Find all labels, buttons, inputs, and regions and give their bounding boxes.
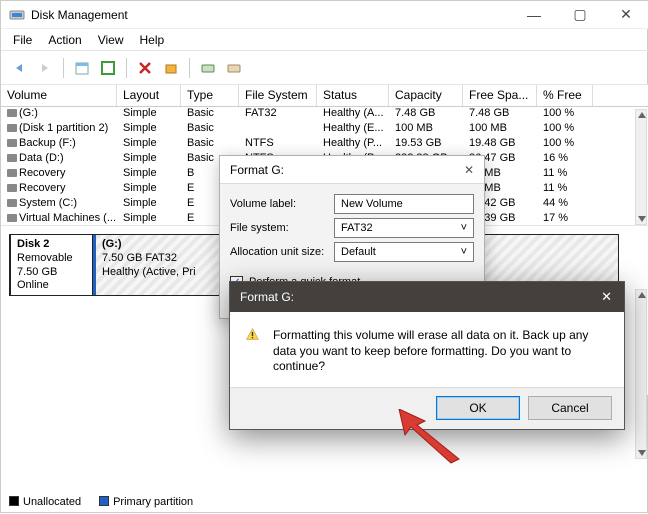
menu-file[interactable]: File xyxy=(5,31,40,49)
close-icon[interactable]: ✕ xyxy=(601,289,624,305)
format-options-titlebar[interactable]: Format G: ✕ xyxy=(220,156,484,184)
minimize-button[interactable]: — xyxy=(511,1,557,29)
disk-info: Disk 2 Removable 7.50 GB Online xyxy=(11,235,93,295)
back-icon[interactable] xyxy=(7,56,31,80)
delete-icon[interactable] xyxy=(133,56,157,80)
menu-bar: File Action View Help xyxy=(1,29,648,51)
settings-icon[interactable] xyxy=(159,56,183,80)
toolbar xyxy=(1,51,648,85)
volume-grid-header: Volume Layout Type File System Status Ca… xyxy=(1,85,648,107)
confirm-title: Format G: xyxy=(240,290,294,304)
map-scrollbar[interactable] xyxy=(635,289,647,459)
app-icon xyxy=(9,7,25,23)
filesystem-select[interactable]: FAT32˅ xyxy=(334,218,474,238)
menu-help[interactable]: Help xyxy=(132,31,173,49)
col-status[interactable]: Status xyxy=(317,85,389,106)
col-pctfree[interactable]: % Free xyxy=(537,85,593,106)
table-row[interactable]: Backup (F:)SimpleBasicNTFSHealthy (P...1… xyxy=(1,137,648,152)
col-type[interactable]: Type xyxy=(181,85,239,106)
window-controls: — ▢ ✕ xyxy=(511,1,648,29)
window-title: Disk Management xyxy=(31,8,128,22)
close-button[interactable]: ✕ xyxy=(603,1,648,29)
col-freespace[interactable]: Free Spa... xyxy=(463,85,537,106)
allocation-select[interactable]: Default˅ xyxy=(334,242,474,262)
col-layout[interactable]: Layout xyxy=(117,85,181,106)
legend: Unallocated Primary partition xyxy=(9,495,193,508)
menu-action[interactable]: Action xyxy=(40,31,89,49)
format-confirm-dialog: Format G: ✕ Formatting this volume will … xyxy=(229,281,625,430)
refresh-icon[interactable] xyxy=(96,56,120,80)
table-row[interactable]: (Disk 1 partition 2)SimpleBasicHealthy (… xyxy=(1,122,648,137)
col-volume[interactable]: Volume xyxy=(1,85,117,106)
properties-icon[interactable] xyxy=(70,56,94,80)
dialog-title: Format G: xyxy=(230,163,284,177)
disk-icon[interactable] xyxy=(196,56,220,80)
confirm-message: Formatting this volume will erase all da… xyxy=(273,328,608,375)
col-filesystem[interactable]: File System xyxy=(239,85,317,106)
confirm-titlebar[interactable]: Format G: ✕ xyxy=(230,282,624,312)
cancel-button[interactable]: Cancel xyxy=(528,396,612,420)
col-capacity[interactable]: Capacity xyxy=(389,85,463,106)
label-filesystem: File system: xyxy=(230,222,334,234)
label-alloc: Allocation unit size: xyxy=(230,246,334,258)
warning-icon xyxy=(246,328,259,352)
chevron-down-icon: ˅ xyxy=(461,222,467,234)
forward-icon[interactable] xyxy=(33,56,57,80)
maximize-button[interactable]: ▢ xyxy=(557,1,603,29)
dialog-buttons: OK Cancel xyxy=(230,387,624,429)
table-row[interactable]: (G:)SimpleBasicFAT32Healthy (A...7.48 GB… xyxy=(1,107,648,122)
volume-label-input[interactable]: New Volume xyxy=(334,194,474,214)
grid-scrollbar[interactable] xyxy=(635,109,647,225)
disk-alt-icon[interactable] xyxy=(222,56,246,80)
chevron-down-icon: ˅ xyxy=(461,246,467,258)
menu-view[interactable]: View xyxy=(90,31,132,49)
label-volume-label: Volume label: xyxy=(230,198,334,210)
close-icon[interactable]: ✕ xyxy=(464,163,484,177)
ok-button[interactable]: OK xyxy=(436,396,520,420)
title-bar: Disk Management — ▢ ✕ xyxy=(1,1,648,29)
